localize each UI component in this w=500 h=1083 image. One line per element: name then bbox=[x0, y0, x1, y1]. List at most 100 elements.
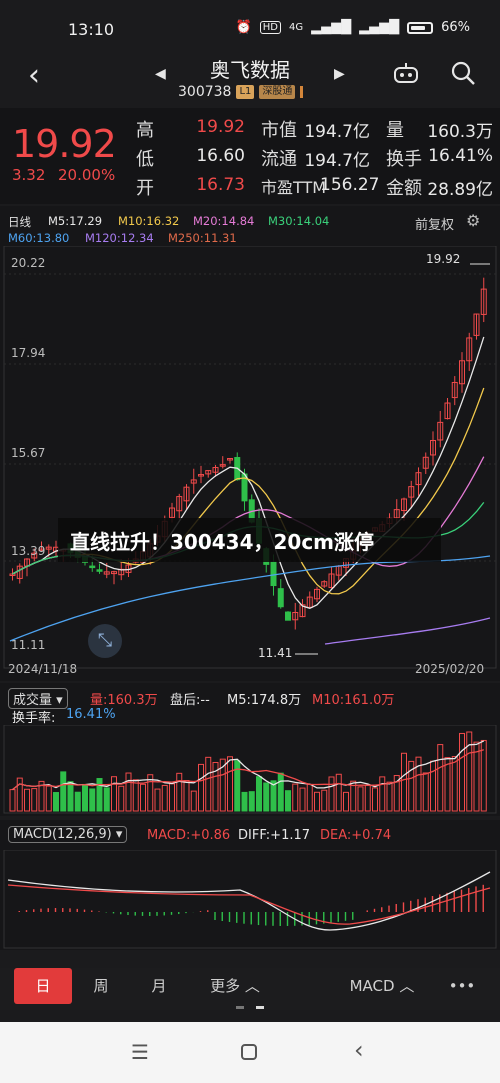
system-back-icon[interactable]: ‹ bbox=[354, 1036, 364, 1064]
ma30-legend: M30:14.04 bbox=[268, 214, 330, 228]
volume-bar bbox=[386, 781, 393, 812]
candle-body bbox=[89, 565, 96, 569]
volume-bar bbox=[111, 776, 117, 812]
volume-value: 160.3万 bbox=[427, 122, 493, 142]
volume-bar bbox=[89, 788, 96, 812]
recent-apps-icon[interactable]: ☰ bbox=[131, 1040, 149, 1064]
connect-badge: 深股通 bbox=[259, 85, 296, 99]
price-change-pct: 20.00% bbox=[58, 166, 116, 184]
volume-bar bbox=[451, 756, 458, 812]
kline-panel[interactable]: 日线 M5:17.29 M10:16.32 M20:14.84 M30:14.0… bbox=[0, 206, 500, 681]
volume-bar bbox=[466, 731, 473, 812]
volume-bar bbox=[263, 782, 270, 812]
turnover-rate-value: 16.41% bbox=[66, 707, 116, 722]
macd-indicator-select[interactable]: MACD(12,26,9) ▾ bbox=[8, 826, 128, 843]
volume-panel[interactable]: 成交量 ▾ 量:160.3万 盘后:-- M5:174.8万 M10:161.0… bbox=[0, 683, 500, 816]
battery-icon bbox=[407, 21, 434, 34]
ma5-line bbox=[12, 336, 485, 609]
volume-bar bbox=[480, 739, 487, 812]
pe-value: 156.27 bbox=[320, 175, 380, 195]
current-price: 19.92 bbox=[12, 122, 117, 166]
float-cap-value: 194.7亿 bbox=[304, 151, 370, 171]
volume-bar bbox=[357, 786, 364, 812]
headline-banner[interactable]: 直线拉升！300434，20cm涨停 bbox=[58, 518, 441, 562]
search-icon[interactable] bbox=[450, 60, 476, 86]
volume-bar bbox=[125, 772, 132, 812]
volume-bar bbox=[328, 776, 335, 812]
status-time: 13:10 bbox=[68, 20, 115, 39]
volume-bar bbox=[285, 790, 291, 812]
next-stock-icon[interactable]: ▶ bbox=[334, 66, 345, 82]
macd-chart[interactable] bbox=[0, 850, 500, 950]
open-label: 开 bbox=[136, 178, 154, 199]
macd-panel[interactable]: MACD(12,26,9) ▾ MACD:+0.86 DIFF:+1.17 DE… bbox=[0, 820, 500, 950]
indicator-label: MACD bbox=[349, 977, 395, 995]
alarm-icon: ⏰ bbox=[235, 20, 252, 35]
volume-bar bbox=[74, 791, 81, 812]
volume-ma5-line bbox=[12, 740, 485, 791]
stock-code: 300738 bbox=[178, 84, 232, 100]
volume-bar bbox=[343, 791, 349, 812]
volume-bar bbox=[241, 791, 248, 812]
macd-selector-label: MACD(12,26,9) bbox=[13, 827, 112, 842]
volume-bar bbox=[183, 779, 190, 812]
kline-chart[interactable] bbox=[0, 246, 500, 670]
period-toolbar: 日 周 月 更多 ︿ MACD ︿ ••• bbox=[0, 968, 500, 1010]
candle-body bbox=[285, 611, 291, 621]
level-badge: L1 bbox=[236, 85, 255, 99]
page-indicator-dot-active bbox=[256, 1006, 264, 1009]
indicator-menu[interactable]: MACD ︿ bbox=[342, 968, 422, 1004]
dea-value: DEA:+0.74 bbox=[320, 828, 392, 843]
volume-bar bbox=[256, 776, 262, 812]
volume-bar bbox=[82, 783, 88, 812]
volume-bar bbox=[132, 779, 139, 812]
volume-bar bbox=[198, 763, 204, 812]
ma60-line bbox=[9, 555, 491, 642]
period-label: 日线 bbox=[8, 215, 31, 229]
price-change: 3.32 bbox=[12, 166, 46, 184]
volume-bar bbox=[422, 772, 429, 812]
adjust-label[interactable]: 前复权 bbox=[415, 214, 454, 233]
battery-percent: 66% bbox=[441, 20, 470, 35]
volume-bar bbox=[364, 784, 371, 812]
candle-body bbox=[277, 588, 284, 608]
candle-body bbox=[96, 569, 103, 572]
volume-bar bbox=[314, 791, 320, 812]
settings-gear-icon[interactable]: ⚙ bbox=[466, 211, 480, 230]
turnover-rate-label: 换手率: bbox=[12, 711, 56, 726]
float-cap-label: 流通 bbox=[261, 149, 297, 170]
ma10-legend: M10:16.32 bbox=[118, 214, 180, 228]
y-tick-4: 13.39 bbox=[11, 544, 46, 558]
chevron-up-icon: ︿ bbox=[244, 977, 260, 995]
volume-bar bbox=[299, 787, 306, 812]
volume-indicator-select[interactable]: 成交量 ▾ bbox=[8, 688, 68, 709]
after-hours-text: 盘后:-- bbox=[170, 693, 210, 708]
hd-icon: HD bbox=[259, 21, 281, 34]
volume-bar bbox=[176, 772, 183, 812]
tab-week[interactable]: 周 bbox=[80, 968, 122, 1004]
volume-bar bbox=[96, 778, 103, 812]
volume-bar bbox=[60, 771, 67, 812]
robot-icon[interactable] bbox=[392, 62, 420, 84]
volume-bar bbox=[118, 785, 125, 812]
tab-month[interactable]: 月 bbox=[138, 968, 180, 1004]
expand-icon[interactable]: ⤡ bbox=[88, 624, 122, 658]
volume-bar bbox=[234, 760, 241, 812]
volume-chart[interactable] bbox=[0, 725, 500, 815]
quote-panel: 19.92 3.32 20.00% 高 19.92 市值 194.7亿 量 16… bbox=[0, 108, 500, 204]
high-marker: 19.92 bbox=[426, 252, 461, 266]
more-menu[interactable]: 更多 ︿ bbox=[200, 968, 270, 1004]
home-icon[interactable] bbox=[241, 1044, 257, 1060]
stock-code-row: 300738 L1 深股通 bbox=[178, 84, 304, 100]
more-dots-icon[interactable]: ••• bbox=[438, 968, 486, 1004]
volume-bar bbox=[335, 773, 342, 812]
macd-frame bbox=[3, 850, 497, 949]
vol-m5-text: M5:174.8万 bbox=[227, 693, 302, 708]
end-date: 2025/02/20 bbox=[415, 662, 485, 676]
volume-bar bbox=[67, 781, 74, 812]
signal-icon: ▂▄▆█ bbox=[311, 20, 352, 35]
y-tick-2: 17.94 bbox=[11, 346, 46, 360]
ma5-legend: M5:17.29 bbox=[48, 214, 103, 228]
tab-day[interactable]: 日 bbox=[14, 968, 72, 1004]
low-value: 16.60 bbox=[196, 146, 245, 166]
